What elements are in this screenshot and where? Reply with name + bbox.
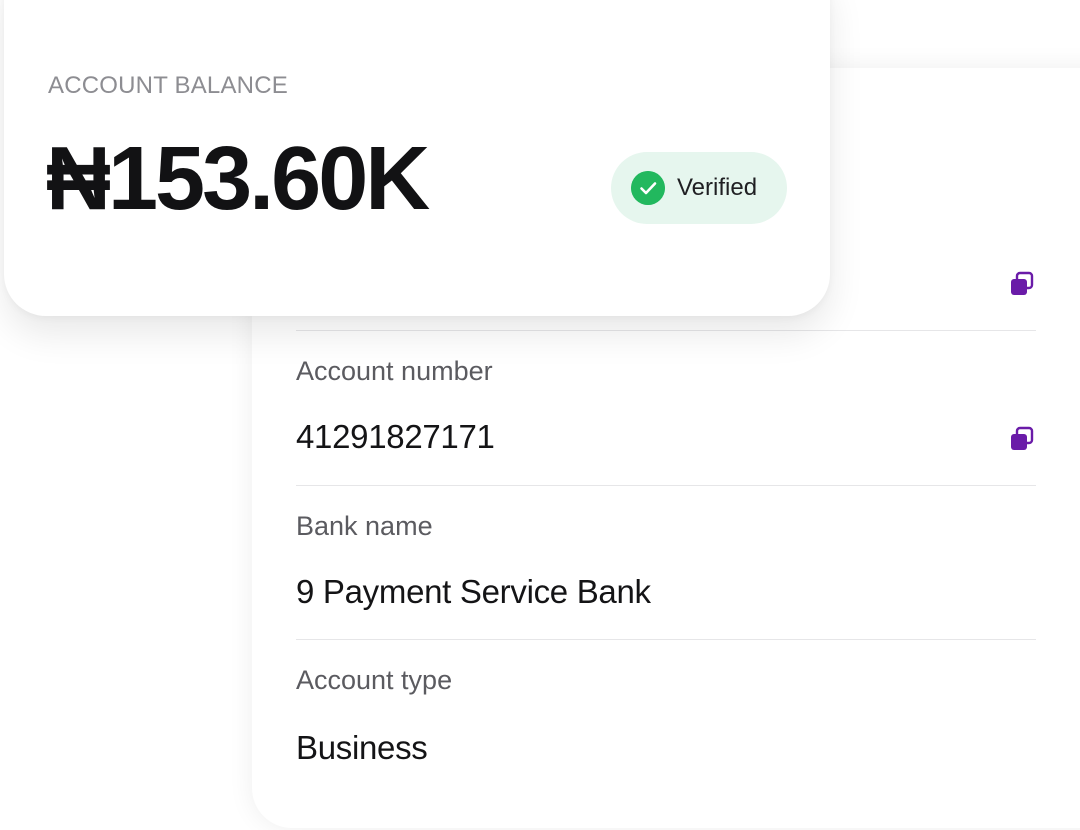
divider — [296, 485, 1036, 486]
divider — [296, 330, 1036, 331]
bank-name-value: 9 Payment Service Bank — [296, 573, 651, 610]
verified-label: Verified — [677, 174, 758, 201]
balance-label: ACCOUNT BALANCE — [48, 72, 288, 99]
check-circle-icon — [631, 171, 665, 205]
bank-name-label: Bank name — [296, 511, 433, 541]
divider — [296, 639, 1036, 640]
account-overview: Account number 41291827171 Bank name 9 P… — [0, 0, 1080, 830]
account-number-value: 41291827171 — [296, 418, 495, 455]
account-type-value: Business — [296, 729, 428, 766]
balance-card: ACCOUNT BALANCE ₦153.60K Verified — [4, 0, 830, 316]
copy-icon[interactable] — [1008, 426, 1036, 454]
copy-icon[interactable] — [1008, 271, 1036, 299]
balance-amount: ₦153.60K — [46, 129, 430, 229]
verified-badge: Verified — [611, 152, 787, 224]
account-number-label: Account number — [296, 356, 493, 386]
account-type-label: Account type — [296, 665, 453, 695]
